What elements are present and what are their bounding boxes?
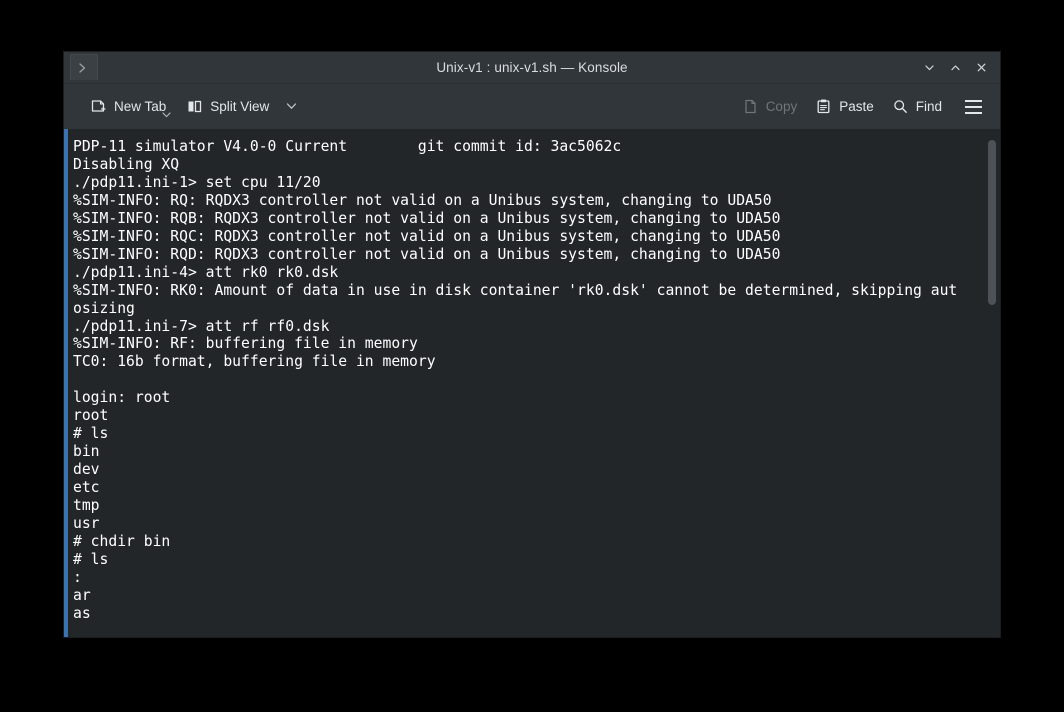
hamburger-line (964, 99, 982, 102)
new-tab-button[interactable]: New Tab (82, 93, 174, 120)
find-button[interactable]: Find (884, 93, 950, 120)
hamburger-menu-icon (964, 99, 982, 114)
split-view-icon (186, 98, 203, 115)
terminal-line: %SIM-INFO: RQC: RQDX3 controller not val… (73, 227, 781, 245)
chevron-down-icon (285, 98, 298, 116)
paste-button[interactable]: Paste (807, 93, 882, 120)
terminal-line: %SIM-INFO: RF: buffering file in memory (73, 335, 418, 353)
terminal-line: root (73, 407, 109, 425)
split-view-label: Split View (210, 98, 270, 114)
minimize-button[interactable] (916, 55, 942, 81)
terminal-line: osizing (73, 299, 135, 317)
copy-label: Copy (765, 98, 798, 114)
find-label: Find (915, 98, 942, 114)
terminal-line: ./pdp11.ini-7> att rf rf0.dsk (73, 317, 330, 335)
terminal-line: %SIM-INFO: RQD: RQDX3 controller not val… (73, 245, 781, 263)
copy-icon (742, 98, 759, 115)
terminal-line: ar (73, 586, 91, 604)
terminal-line: # chdir bin (73, 532, 171, 550)
chevron-down-icon (923, 61, 936, 74)
paste-icon (815, 98, 832, 115)
terminal-line: # ls (73, 425, 109, 443)
terminal-line: usr (73, 515, 100, 533)
terminal-line: tmp (73, 497, 100, 515)
terminal-line: %SIM-INFO: RK0: Amount of data in use in… (73, 281, 958, 299)
close-button[interactable] (968, 55, 994, 81)
toolbar-right-group: Copy Paste Find (734, 92, 988, 122)
terminal-vertical-scrollbar[interactable] (984, 129, 1000, 637)
chevron-down-icon[interactable] (161, 111, 172, 119)
terminal-prompt-icon (77, 61, 91, 75)
terminal-line: dev (73, 461, 100, 479)
copy-button[interactable]: Copy (734, 93, 806, 120)
new-tab-icon (90, 98, 107, 115)
toolbar-left-group: New Tab Split View (82, 93, 302, 121)
chevron-up-icon (949, 61, 962, 74)
terminal-line: as (73, 604, 91, 622)
terminal-line: etc (73, 479, 100, 497)
terminal-line: TC0: 16b format, buffering file in memor… (73, 353, 436, 371)
close-x-icon (975, 61, 988, 74)
window-titlebar[interactable]: Unix-v1 : unix-v1.sh — Konsole (64, 52, 1000, 84)
main-toolbar: New Tab Split View Copy Paste Find (64, 84, 1000, 129)
terminal-line: : (73, 568, 82, 586)
scrollbar-thumb[interactable] (988, 140, 996, 305)
terminal-line: ./pdp11.ini-4> att rk0 rk0.dsk (73, 263, 339, 281)
maximize-button[interactable] (942, 55, 968, 81)
new-tab-label: New Tab (114, 98, 167, 114)
search-icon (892, 98, 909, 115)
main-menu-button[interactable] (958, 92, 988, 122)
terminal-line: bin (73, 443, 100, 461)
hamburger-line (964, 111, 982, 114)
split-view-button[interactable]: Split View (178, 93, 277, 120)
terminal-line: Disabling XQ (73, 155, 180, 173)
terminal-line: %SIM-INFO: RQB: RQDX3 controller not val… (73, 209, 781, 227)
active-tab-button[interactable] (70, 54, 98, 80)
terminal-line: ./pdp11.ini-1> set cpu 11/20 (73, 173, 321, 191)
screen: Unix-v1 : unix-v1.sh — Konsole New Tab S… (0, 0, 1064, 712)
terminal-line: %SIM-INFO: RQ: RQDX3 controller not vali… (73, 191, 772, 209)
terminal-line: login: root (73, 389, 171, 407)
split-view-dropdown-button[interactable] (281, 93, 302, 121)
window-controls (916, 52, 994, 83)
terminal-line: # ls (73, 550, 109, 568)
hamburger-line (964, 105, 982, 108)
paste-label: Paste (839, 98, 874, 114)
window-title: Unix-v1 : unix-v1.sh — Konsole (436, 60, 628, 75)
konsole-window: Unix-v1 : unix-v1.sh — Konsole New Tab S… (64, 52, 1000, 637)
terminal-line: PDP-11 simulator V4.0-0 Current git comm… (73, 138, 622, 155)
terminal-area[interactable]: PDP-11 simulator V4.0-0 Current git comm… (64, 129, 1000, 637)
terminal-output[interactable]: PDP-11 simulator V4.0-0 Current git comm… (68, 129, 1000, 637)
